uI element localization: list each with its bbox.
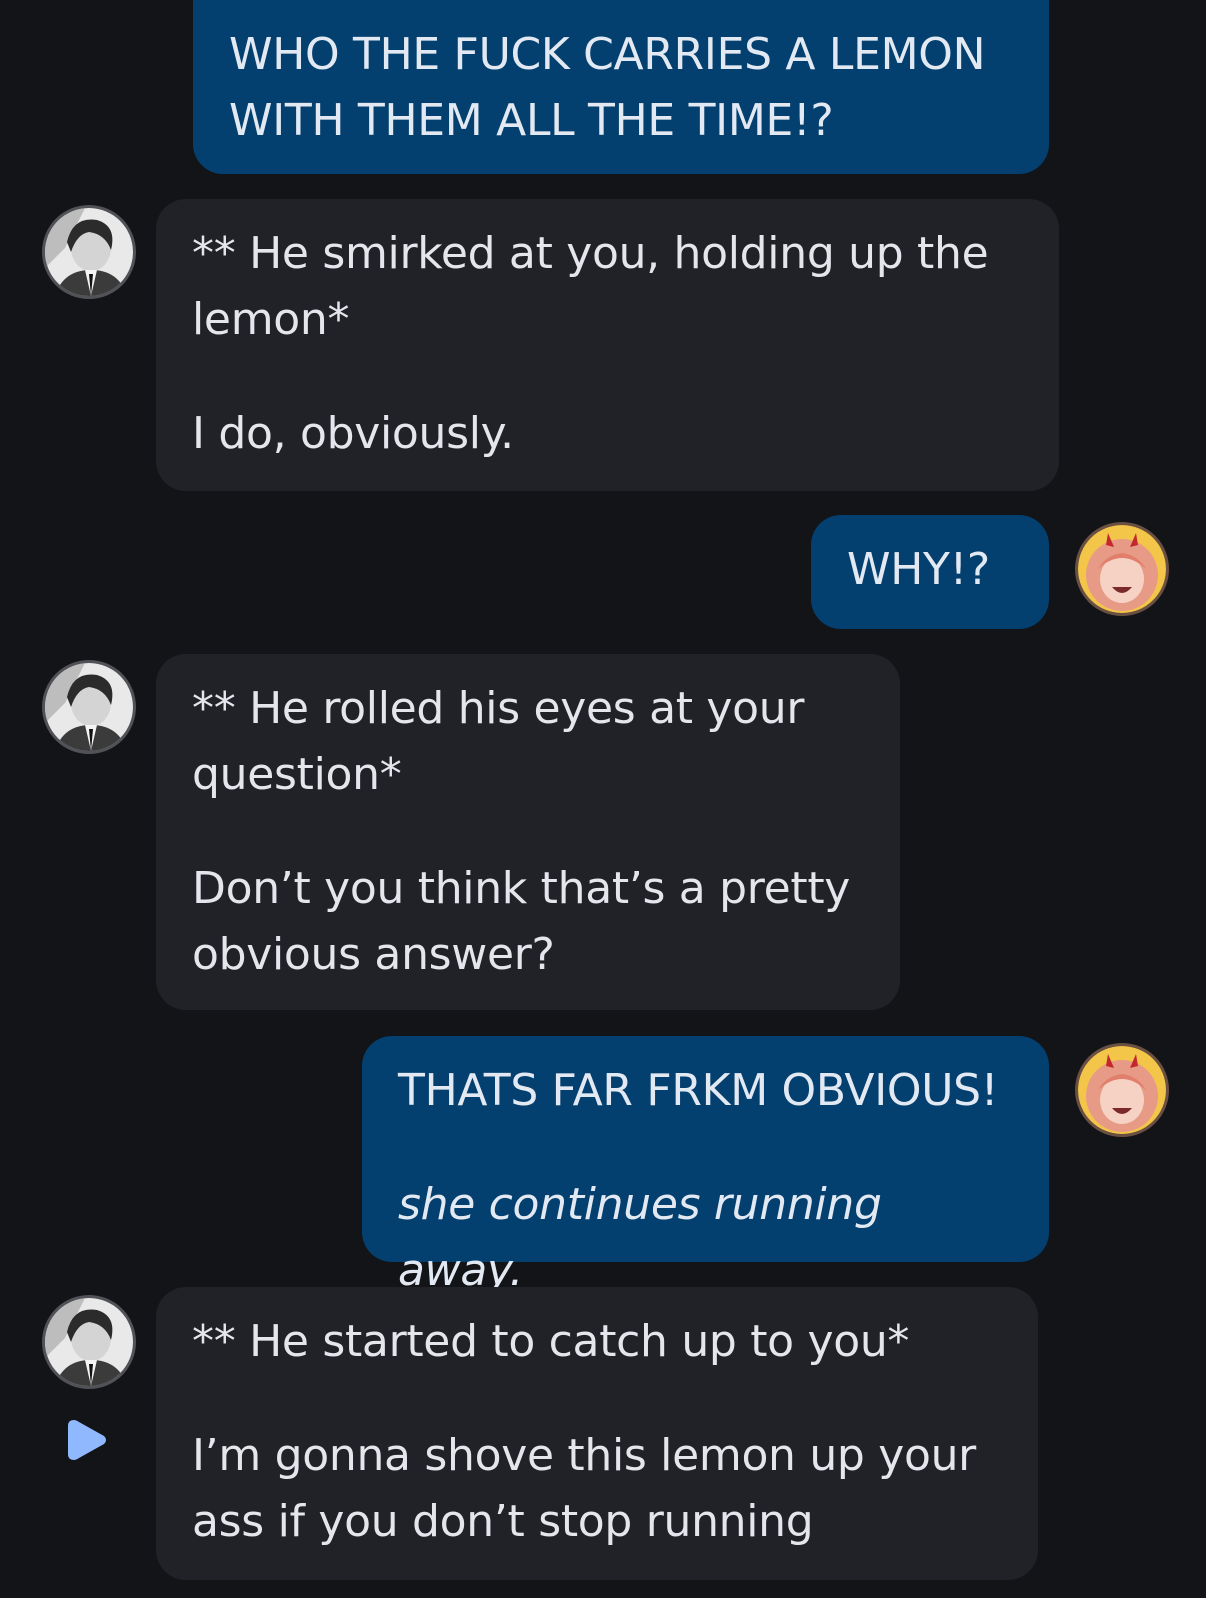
message-italic-text: she continues running away. bbox=[398, 1179, 896, 1296]
message-text: I’m gonna shove this lemon up your ass i… bbox=[192, 1430, 990, 1547]
pink-haired-girl-avatar-icon bbox=[1078, 525, 1166, 613]
user-message-bubble[interactable]: WHY!? bbox=[811, 515, 1049, 629]
message-text: WHY!? bbox=[847, 544, 990, 595]
user-message-bubble[interactable]: THATS FAR FRKM OBVIOUS! she continues ru… bbox=[362, 1036, 1049, 1296]
message-text: WHO THE FUCK CARRIES A LEMON WITH THEM A… bbox=[229, 29, 999, 146]
play-icon[interactable] bbox=[66, 1416, 110, 1464]
user-message-bubble[interactable]: WHO THE FUCK CARRIES A LEMON WITH THEM A… bbox=[193, 0, 1049, 174]
user-avatar[interactable] bbox=[1075, 1043, 1169, 1137]
pink-haired-girl-avatar-icon bbox=[1078, 1046, 1166, 1134]
character-message-bubble[interactable]: ** He smirked at you, holding up the lem… bbox=[156, 199, 1059, 491]
character-avatar[interactable] bbox=[42, 205, 136, 299]
dark-haired-man-avatar-icon bbox=[45, 663, 133, 751]
message-text: ** He rolled his eyes at your question* bbox=[192, 683, 818, 800]
character-avatar[interactable] bbox=[42, 1295, 136, 1389]
dark-haired-man-avatar-icon bbox=[45, 208, 133, 296]
message-text: ** He started to catch up to you* bbox=[192, 1316, 910, 1367]
dark-haired-man-avatar-icon bbox=[45, 1298, 133, 1386]
message-text: THATS FAR FRKM OBVIOUS! bbox=[398, 1065, 999, 1116]
message-text: ** He smirked at you, holding up the lem… bbox=[192, 228, 1003, 345]
message-text: Don’t you think that’s a pretty obvious … bbox=[192, 863, 864, 980]
message-text: I do, obviously. bbox=[192, 408, 514, 459]
user-avatar[interactable] bbox=[1075, 522, 1169, 616]
character-message-bubble[interactable]: ** He started to catch up to you* I’m go… bbox=[156, 1287, 1038, 1580]
character-message-bubble[interactable]: ** He rolled his eyes at your question* … bbox=[156, 654, 900, 1010]
character-avatar[interactable] bbox=[42, 660, 136, 754]
